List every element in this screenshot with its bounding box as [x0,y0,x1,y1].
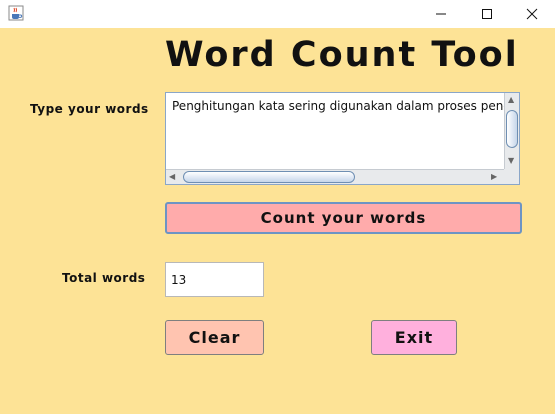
maximize-icon [482,9,492,19]
page-title: Word Count Tool [165,35,519,75]
minimize-button[interactable] [418,0,464,28]
horizontal-scroll-thumb[interactable] [183,171,355,183]
total-words-field[interactable]: 13 [165,262,264,297]
java-cup-icon[interactable] [8,5,24,21]
total-words-label: Total words [62,271,146,285]
clear-button[interactable]: Clear [165,320,264,355]
horizontal-scrollbar[interactable]: ◀ ▶ [166,169,504,184]
count-words-button[interactable]: Count your words [165,202,522,234]
close-icon [526,8,538,20]
scroll-left-icon[interactable]: ◀ [169,172,175,182]
minimize-icon [436,13,446,15]
title-bar [0,0,555,28]
scroll-corner [504,169,519,184]
exit-button[interactable]: Exit [371,320,457,355]
vertical-scrollbar[interactable]: ▲ ▼ [504,93,519,170]
type-words-label: Type your words [30,102,149,116]
words-textarea[interactable]: Penghitungan kata sering digunakan dalam… [165,92,520,185]
scroll-right-icon[interactable]: ▶ [491,172,497,182]
vertical-scroll-thumb[interactable] [506,110,518,148]
words-textarea-text[interactable]: Penghitungan kata sering digunakan dalam… [172,99,504,159]
maximize-button[interactable] [464,0,510,28]
close-button[interactable] [509,0,555,28]
scroll-down-icon[interactable]: ▼ [508,156,514,166]
scroll-up-icon[interactable]: ▲ [508,95,514,105]
